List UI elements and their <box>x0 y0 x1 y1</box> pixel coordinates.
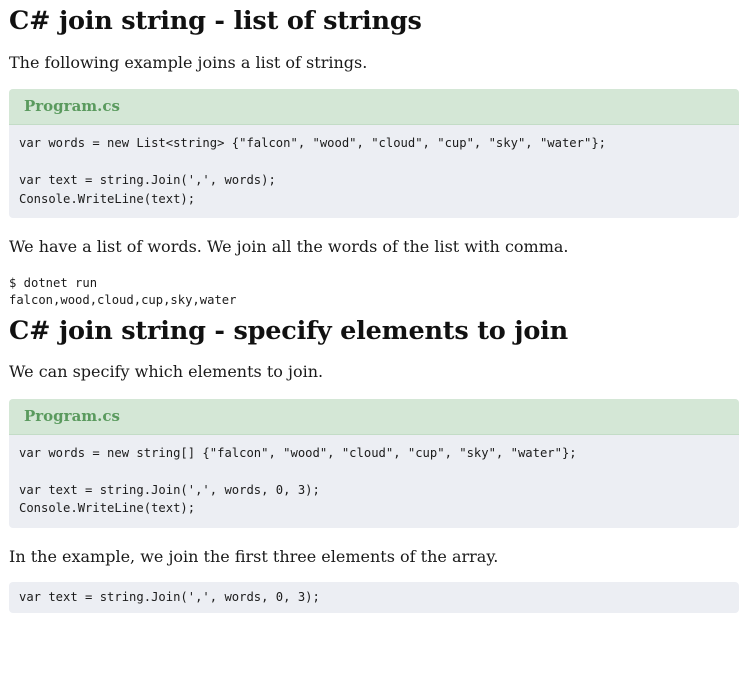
section-intro: The following example joins a list of st… <box>9 52 368 72</box>
code-listing: Program.cs var words = new string[] {"fa… <box>9 398 739 528</box>
section-explanation: In the example, we join the first three … <box>9 546 499 566</box>
code-block[interactable]: var words = new string[] {"falcon", "woo… <box>9 435 739 528</box>
section-heading: C# join string - specify elements to joi… <box>9 316 568 347</box>
code-filename: Program.cs <box>9 89 739 126</box>
code-snippet-text[interactable]: var text = string.Join(',', words, 0, 3)… <box>9 582 739 613</box>
code-listing: Program.cs var words = new List<string> … <box>9 89 739 219</box>
code-filename: Program.cs <box>9 398 739 435</box>
code-snippet: var text = string.Join(',', words, 0, 3)… <box>9 582 739 613</box>
code-block[interactable]: var words = new List<string> {"falcon", … <box>9 125 739 218</box>
section-heading: C# join string - list of strings <box>9 6 422 36</box>
command-output[interactable]: $ dotnet run falcon,wood,cloud,cup,sky,w… <box>9 275 739 310</box>
section-explanation: We have a list of words. We join all the… <box>9 237 569 257</box>
section-intro: We can specify which elements to join. <box>9 361 324 381</box>
article-content: C# join string - list of strings The fol… <box>0 0 750 613</box>
